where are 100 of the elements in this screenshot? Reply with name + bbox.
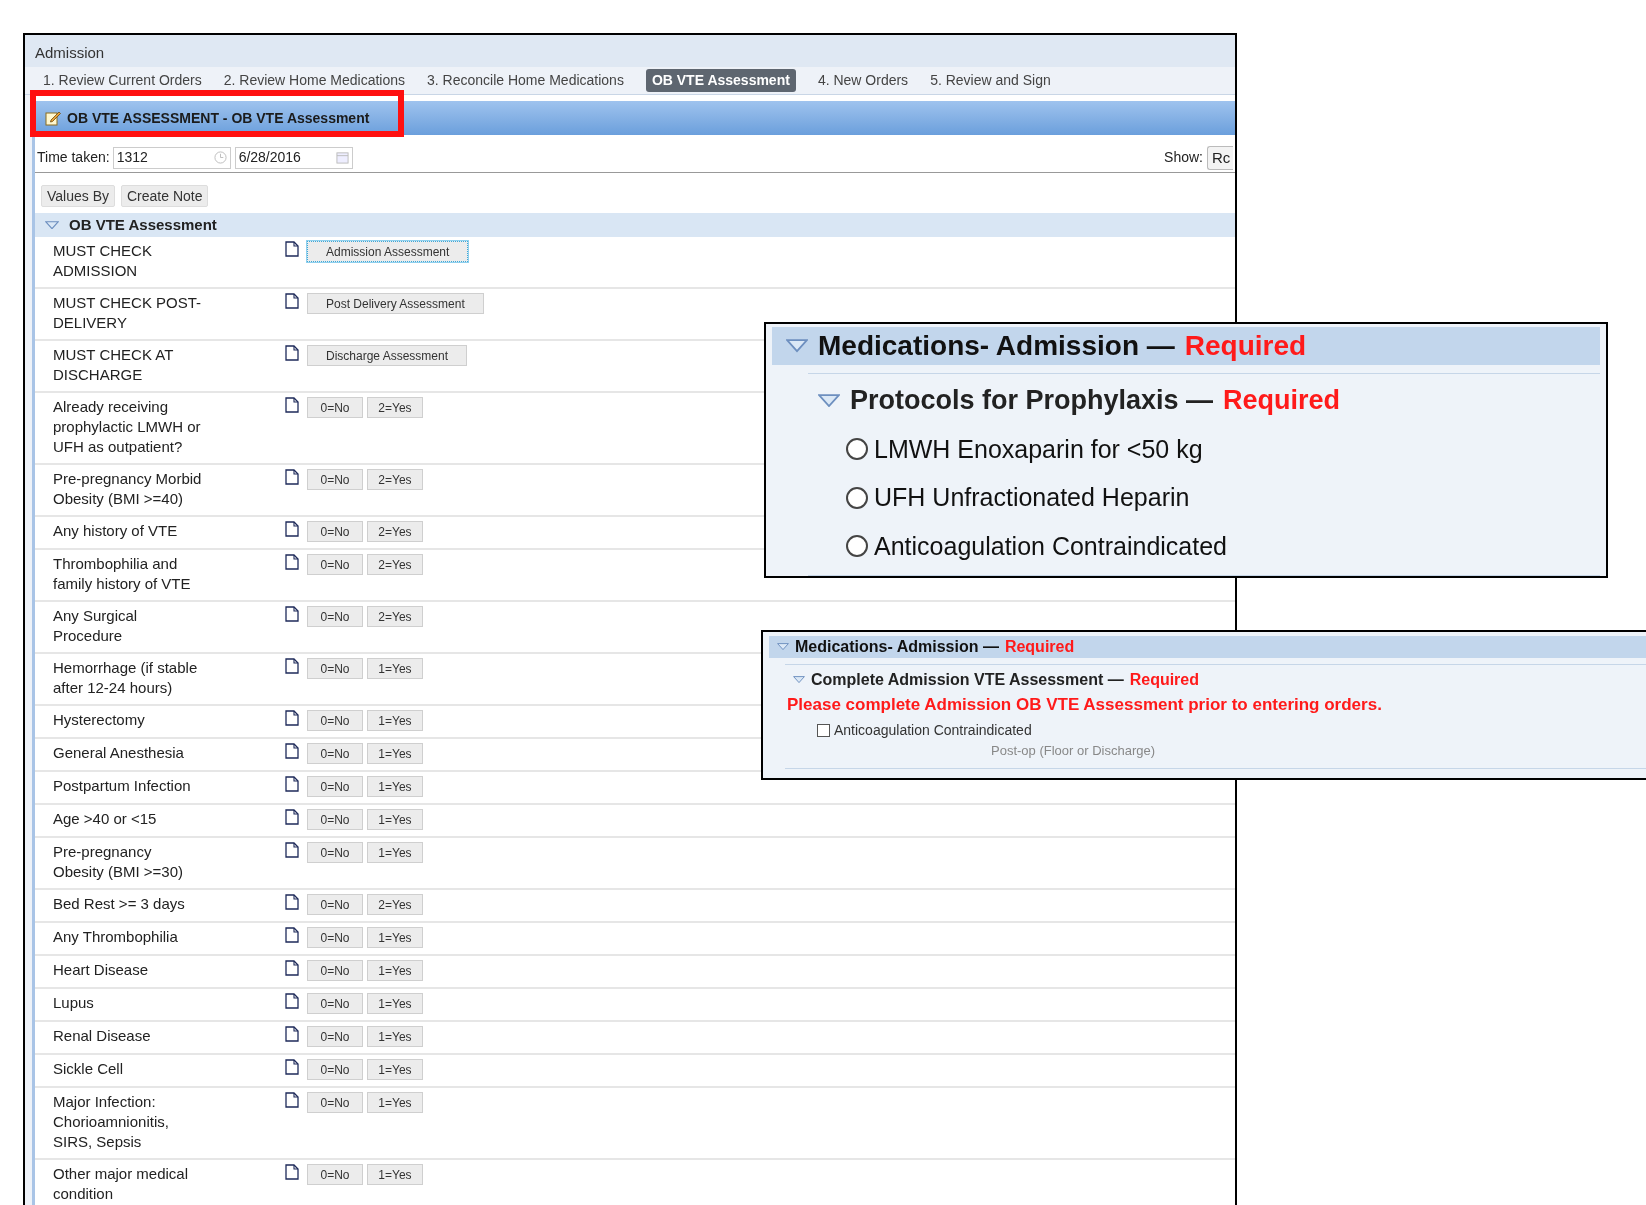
- caret-icon[interactable]: [786, 339, 808, 353]
- document-icon[interactable]: [285, 241, 299, 257]
- tab[interactable]: 1. Review Current Orders: [43, 70, 202, 91]
- document-icon[interactable]: [285, 1059, 299, 1075]
- tab[interactable]: 2. Review Home Medications: [223, 70, 405, 91]
- option-button[interactable]: 0=No: [307, 606, 363, 627]
- tab[interactable]: 3. Reconcile Home Medications: [427, 70, 624, 91]
- option-button[interactable]: 1=Yes: [367, 776, 423, 797]
- radio-label: Anticoagulation Contraindicated: [874, 530, 1227, 562]
- option-button[interactable]: 1=Yes: [367, 710, 423, 731]
- document-icon[interactable]: [285, 743, 299, 759]
- radio-button[interactable]: [846, 438, 868, 461]
- option-button[interactable]: 1=Yes: [367, 1164, 423, 1185]
- option-button[interactable]: 1=Yes: [367, 842, 423, 863]
- option-button[interactable]: 0=No: [307, 1026, 363, 1047]
- time-label: Time taken:: [37, 148, 110, 167]
- option-button[interactable]: 1=Yes: [367, 658, 423, 679]
- document-icon[interactable]: [285, 960, 299, 976]
- option-button[interactable]: 0=No: [307, 469, 363, 490]
- document-icon[interactable]: [285, 710, 299, 726]
- checkbox[interactable]: [817, 723, 830, 737]
- toolbar-button[interactable]: Create Note: [121, 185, 209, 207]
- document-icon[interactable]: [285, 606, 299, 622]
- option-button[interactable]: 1=Yes: [367, 1059, 423, 1080]
- tab[interactable]: 5. Review and Sign: [930, 70, 1051, 91]
- option-button[interactable]: Discharge Assessment: [307, 345, 468, 366]
- option-button[interactable]: 0=No: [307, 842, 363, 863]
- option-button[interactable]: 0=No: [307, 1059, 363, 1080]
- option-button[interactable]: 0=No: [307, 743, 363, 764]
- option-button[interactable]: 0=No: [307, 710, 363, 731]
- option-button[interactable]: 0=No: [307, 658, 363, 679]
- caret-icon[interactable]: [793, 676, 805, 684]
- document-icon[interactable]: [285, 554, 299, 570]
- question-label: Heart Disease: [53, 960, 150, 980]
- document-icon[interactable]: [285, 776, 299, 792]
- document-icon[interactable]: [285, 1164, 299, 1180]
- option-button[interactable]: 0=No: [307, 809, 363, 830]
- inset-header[interactable]: Medications- Admission — Required: [769, 636, 1646, 658]
- option-button[interactable]: 1=Yes: [367, 1026, 423, 1047]
- option-button[interactable]: 0=No: [307, 554, 363, 575]
- option-button[interactable]: 2=Yes: [367, 894, 423, 915]
- question-label: Hemorrhage (if stable after 12-24 hours): [53, 658, 199, 698]
- option-button[interactable]: 1=Yes: [367, 927, 423, 948]
- option-button[interactable]: 0=No: [307, 993, 363, 1014]
- option-button[interactable]: 0=No: [307, 776, 363, 797]
- document-icon[interactable]: [285, 345, 299, 361]
- document-icon[interactable]: [285, 927, 299, 943]
- required-label: Required: [1129, 670, 1199, 690]
- required-label: Required: [1223, 384, 1341, 417]
- option-button[interactable]: 0=No: [307, 1092, 363, 1113]
- document-icon[interactable]: [285, 1026, 299, 1042]
- tab[interactable]: 4. New Orders: [817, 70, 909, 91]
- option-button[interactable]: 2=Yes: [367, 521, 423, 542]
- question-label: Pre-pregnancy Obesity (BMI >=30): [53, 842, 185, 882]
- option-button[interactable]: 0=No: [307, 894, 363, 915]
- radio-button[interactable]: [846, 535, 868, 558]
- radio-label: UFH Unfractionated Heparin: [874, 482, 1190, 513]
- question-label: MUST CHECK POST-DELIVERY: [53, 293, 203, 333]
- document-icon[interactable]: [285, 894, 299, 910]
- option-button[interactable]: 1=Yes: [367, 809, 423, 830]
- option-button[interactable]: 1=Yes: [367, 960, 423, 981]
- option-button[interactable]: 0=No: [307, 927, 363, 948]
- option-button[interactable]: 1=Yes: [367, 743, 423, 764]
- document-icon[interactable]: [285, 397, 299, 413]
- document-icon[interactable]: [285, 1092, 299, 1108]
- show-dropdown[interactable]: Rc: [1207, 145, 1233, 170]
- caret-icon[interactable]: [45, 220, 59, 230]
- option-button[interactable]: 0=No: [307, 521, 363, 542]
- document-icon[interactable]: [285, 993, 299, 1009]
- question-label: Any Surgical Procedure: [53, 606, 139, 646]
- question-label: Thrombophilia and family history of VTE: [53, 554, 192, 594]
- section-header[interactable]: OB VTE Assessment: [35, 213, 1235, 237]
- option-button[interactable]: 2=Yes: [367, 397, 423, 418]
- document-icon[interactable]: [285, 809, 299, 825]
- document-icon[interactable]: [285, 842, 299, 858]
- inset-header[interactable]: Medications- Admission — Required: [772, 327, 1600, 365]
- option-button[interactable]: 0=No: [307, 960, 363, 981]
- option-button[interactable]: Post Delivery Assessment: [307, 293, 484, 314]
- toolbar-button[interactable]: Values By: [41, 185, 115, 207]
- option-button[interactable]: 2=Yes: [367, 554, 423, 575]
- option-button[interactable]: 0=No: [307, 1164, 363, 1185]
- question-label: Lupus: [53, 993, 95, 1013]
- option-button[interactable]: 0=No: [307, 397, 363, 418]
- group-title[interactable]: Complete Admission VTE Assessment —: [811, 668, 1124, 692]
- option-button[interactable]: 1=Yes: [367, 1092, 423, 1113]
- radio-button[interactable]: [846, 486, 868, 509]
- document-icon[interactable]: [285, 293, 299, 309]
- document-icon[interactable]: [285, 521, 299, 537]
- document-icon[interactable]: [285, 469, 299, 485]
- group-title[interactable]: Protocols for Prophylaxis —: [850, 380, 1214, 421]
- caret-icon[interactable]: [818, 393, 840, 407]
- time-field[interactable]: 1312: [112, 146, 231, 169]
- option-button[interactable]: 1=Yes: [367, 993, 423, 1014]
- required-label: Required: [1184, 329, 1307, 363]
- option-button[interactable]: 2=Yes: [367, 469, 423, 490]
- date-field[interactable]: 6/28/2016: [234, 146, 353, 169]
- tab[interactable]: OB VTE Assessment: [645, 69, 796, 92]
- option-button[interactable]: 2=Yes: [367, 606, 423, 627]
- option-button[interactable]: Admission Assessment: [307, 241, 469, 262]
- document-icon[interactable]: [285, 658, 299, 674]
